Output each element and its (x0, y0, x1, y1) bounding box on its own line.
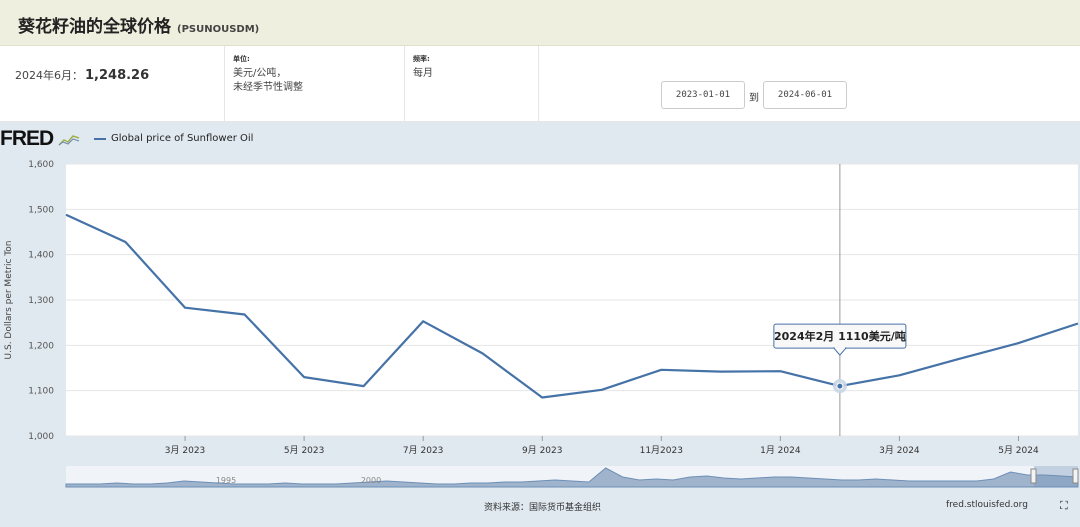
series-title: 葵花籽油的全球价格 (18, 17, 171, 37)
latest-value: 1,248.26 (85, 68, 150, 83)
fullscreen-icon[interactable]: ⛶ (1060, 499, 1068, 513)
end-date-input[interactable]: 2024-06-01 (763, 81, 847, 109)
fred-logo-text: FRED (0, 127, 54, 150)
latest-observation: 2024年6月： 1,248.26 (15, 67, 149, 83)
frequency-label: 频率: (413, 55, 430, 63)
info-row: 2024年6月： 1,248.26 单位: 美元/公吨， 未经季节性调整 频率: … (0, 46, 1080, 122)
chart-area (0, 122, 1080, 527)
chart-legend: Global price of Sunflower Oil (94, 133, 253, 144)
units-line-2: 未经季节性调整 (233, 82, 303, 93)
site-link[interactable]: fred.stlouisfed.org (946, 500, 1028, 510)
title-bar: 葵花籽油的全球价格 (PSUNOUSDM) (0, 0, 1080, 46)
frequency-value: 每月 (413, 68, 433, 79)
date-range-to-label: 到 (749, 93, 759, 104)
source-note: 资料来源：国际货币基金组织 (484, 503, 602, 513)
fred-logo[interactable]: FRED (0, 127, 80, 151)
units-line-1: 美元/公吨， (233, 68, 287, 79)
page-title: 葵花籽油的全球价格 (PSUNOUSDM) (18, 12, 259, 37)
y-axis-title: U.S. Dollars per Metric Ton (4, 240, 14, 360)
legend-swatch (94, 137, 106, 140)
series-code: (PSUNOUSDM) (177, 24, 260, 35)
fred-graph-icon (58, 135, 80, 146)
start-date-input[interactable]: 2023-01-01 (661, 81, 745, 109)
frequency-column: 频率: 每月 (404, 46, 538, 122)
latest-label: 2024年6月： (15, 69, 83, 82)
units-column: 单位: 美元/公吨， 未经季节性调整 (224, 46, 404, 122)
units-label: 单位: (233, 55, 250, 63)
divider (538, 46, 539, 122)
legend-label: Global price of Sunflower Oil (111, 133, 254, 144)
